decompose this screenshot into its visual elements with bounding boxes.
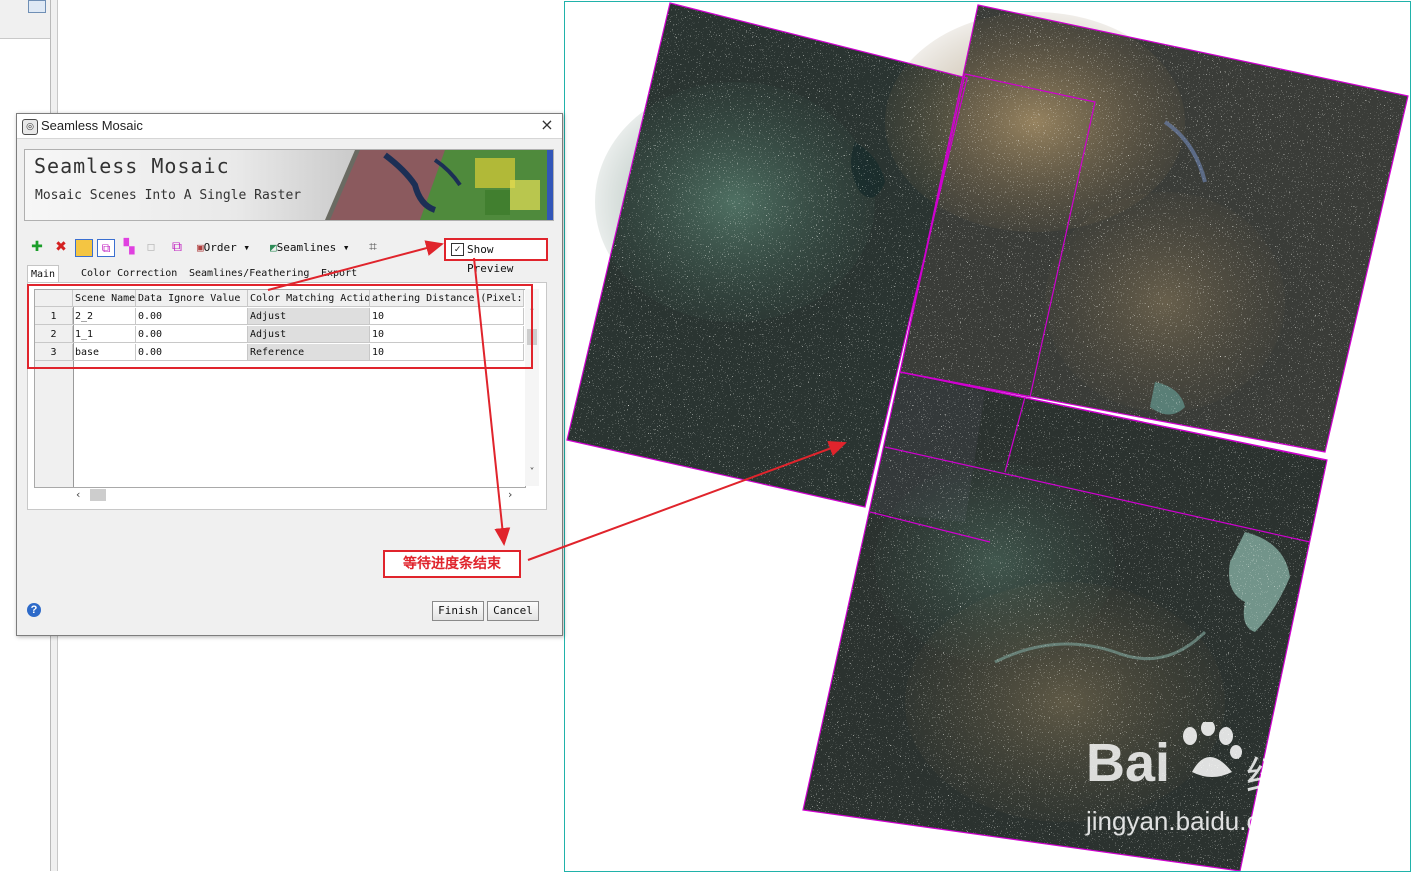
- checkmark-icon[interactable]: ✓: [451, 243, 464, 256]
- tab-export[interactable]: Export: [318, 265, 360, 282]
- tab-seamlines-feathering[interactable]: Seamlines/Feathering: [186, 265, 312, 282]
- cancel-button[interactable]: Cancel: [487, 601, 539, 621]
- header-banner: Seamless Mosaic Mosaic Scenes Into A Sin…: [24, 149, 554, 221]
- seamlines-label: Seamlines: [276, 241, 337, 254]
- annotation-callout: 等待进度条结束: [383, 550, 521, 578]
- watermark-url: jingyan.baidu.com: [1086, 806, 1296, 836]
- footprint-icon[interactable]: ⧉: [97, 239, 115, 257]
- app-icon: ◎: [22, 119, 38, 135]
- paw-logo-icon: [1183, 722, 1242, 777]
- banner-subtitle: Mosaic Scenes Into A Single Raster: [35, 188, 302, 203]
- seamline-edit-icon[interactable]: ⧉: [169, 239, 185, 255]
- finish-button[interactable]: Finish: [432, 601, 484, 621]
- show-preview-label: Show Preview: [467, 243, 514, 275]
- delete-icon[interactable]: ✖: [53, 239, 69, 255]
- tab-color-correction[interactable]: Color Correction: [78, 265, 180, 282]
- dialog-title: Seamless Mosaic: [41, 118, 143, 133]
- baidu-watermark: Bai 经验 jingyan.baidu.com: [1086, 722, 1346, 842]
- seamlines-icon: ◩: [270, 241, 277, 254]
- banner-satellite-image: [325, 150, 553, 220]
- help-icon[interactable]: ?: [27, 603, 41, 617]
- color-pair-icon[interactable]: [75, 239, 93, 257]
- add-icon[interactable]: ✚: [29, 239, 45, 255]
- show-preview-checkbox[interactable]: ✓ Show Preview: [444, 238, 548, 275]
- scroll-right-icon[interactable]: ›: [508, 488, 512, 501]
- crop-icon[interactable]: ⌗: [365, 239, 381, 255]
- seamless-mosaic-dialog: ◎ Seamless Mosaic × Seamless Mosaic Mosa…: [16, 113, 563, 636]
- scroll-down-icon[interactable]: ˅: [525, 467, 539, 478]
- watermark-brand: Bai: [1086, 733, 1171, 793]
- watermark-brand-cn: 经验: [1246, 754, 1326, 800]
- chevron-down-icon: ▾: [342, 241, 350, 254]
- order-dropdown[interactable]: ▣Order ▾: [197, 239, 250, 257]
- close-button[interactable]: ×: [538, 116, 556, 134]
- disabled-icon: ▫: [146, 239, 156, 255]
- left-panel-toolbar: [0, 0, 50, 39]
- annotation-highlight-table: [27, 284, 533, 369]
- panel-toggle-button[interactable]: [28, 0, 46, 13]
- scroll-left-icon[interactable]: ‹: [76, 488, 80, 501]
- tab-main[interactable]: Main: [27, 265, 60, 283]
- seamlines-dropdown[interactable]: ◩Seamlines ▾: [270, 239, 349, 257]
- order-label: Order: [203, 241, 237, 254]
- chevron-down-icon: ▾: [243, 241, 250, 254]
- scroll-thumb[interactable]: [90, 489, 106, 501]
- stack-icon[interactable]: ▚: [121, 239, 137, 255]
- banner-title: Seamless Mosaic: [34, 154, 230, 178]
- horizontal-scrollbar[interactable]: ‹ ›: [72, 488, 524, 502]
- dialog-titlebar[interactable]: ◎ Seamless Mosaic ×: [17, 114, 562, 139]
- order-icon: ▣: [197, 241, 204, 254]
